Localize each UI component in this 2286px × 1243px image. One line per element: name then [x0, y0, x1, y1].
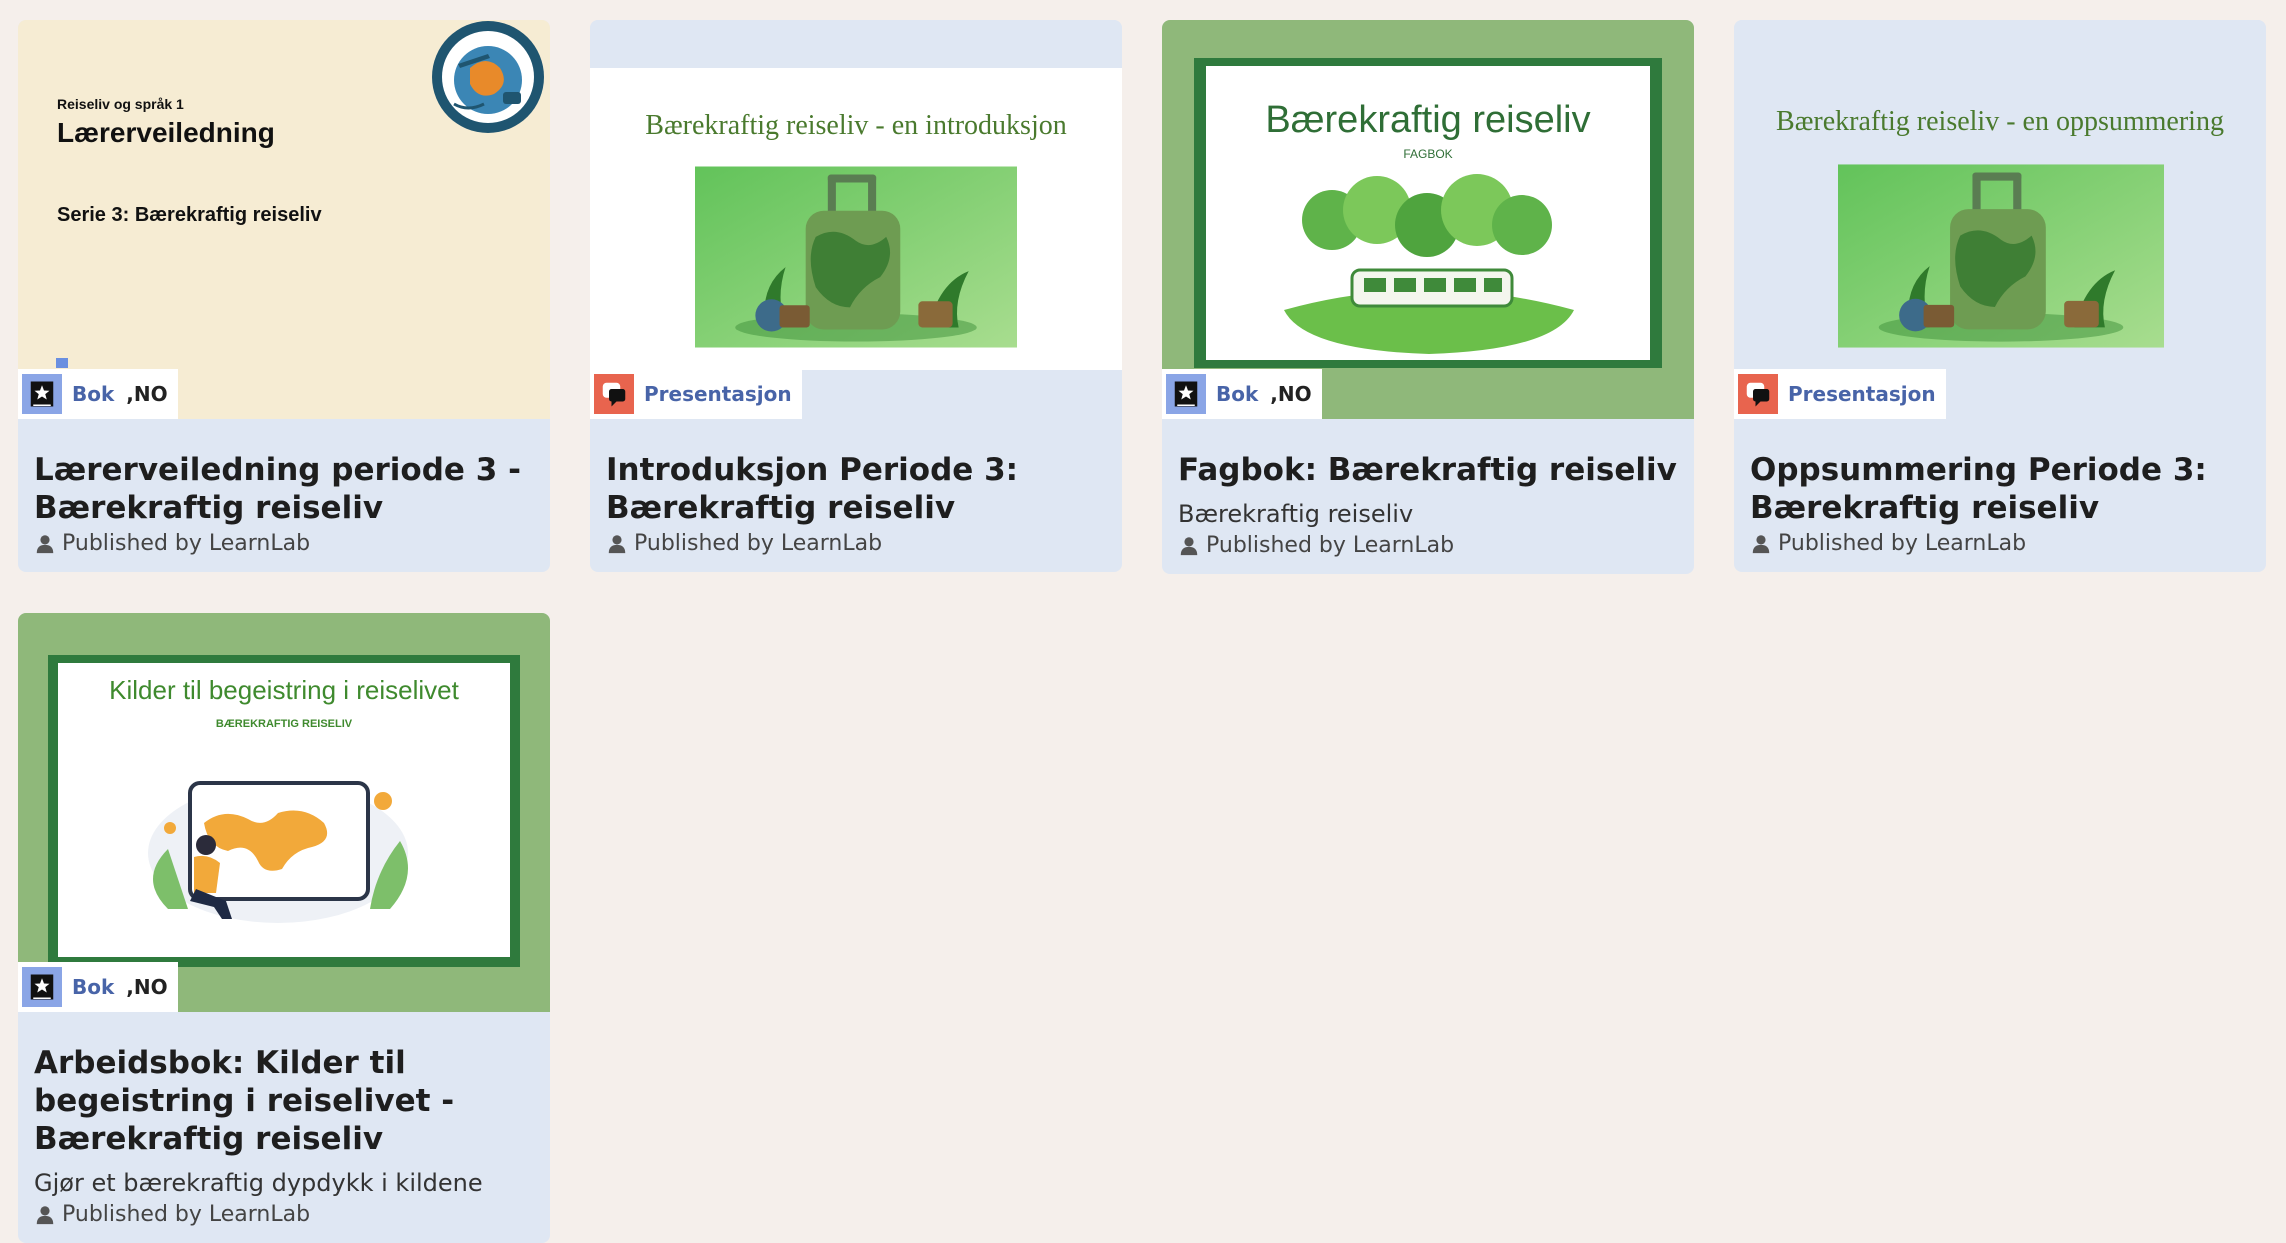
- publisher-line: Published by LearnLab: [1750, 531, 2250, 556]
- badge-type-label: Bok: [72, 382, 115, 406]
- card-thumbnail[interactable]: Bærekraftig reiseliv - en oppsummering P…: [1734, 20, 2266, 419]
- content-type-badge: Bok ,NO: [18, 369, 178, 419]
- content-type-badge: Presentasjon: [1734, 369, 1946, 419]
- cover-heading: Lærerveiledning: [57, 117, 275, 148]
- card-thumbnail[interactable]: Bærekraftig reiseliv - en introduksjon P…: [590, 20, 1122, 419]
- cover-image: Kilder til begeistring i reiselivet BÆRE…: [18, 613, 550, 1012]
- user-icon: [1750, 533, 1772, 555]
- content-type-badge: Bok ,NO: [1162, 369, 1322, 419]
- card-title[interactable]: Fagbok: Bærekraftig reiseliv: [1178, 451, 1678, 489]
- reiseliv-logo-icon: [432, 21, 544, 133]
- presentation-icon: [1738, 374, 1778, 414]
- badge-type-label: Presentasjon: [1788, 382, 1936, 406]
- card-title[interactable]: Lærerveiledning periode 3 - Bærekraftig …: [34, 451, 534, 527]
- badge-language: ,NO: [126, 975, 168, 999]
- publisher-line: Published by LearnLab: [606, 531, 1106, 556]
- presentation-icon: [594, 374, 634, 414]
- cover-image: Reiseliv og språk 1 Lærerveiledning Seri…: [18, 20, 550, 419]
- badge-language: ,NO: [1270, 382, 1312, 406]
- card-title[interactable]: Oppsummering Periode 3: Bærekraftig reis…: [1750, 451, 2250, 527]
- card-title[interactable]: Arbeidsbok: Kilder til begeistring i rei…: [34, 1044, 534, 1158]
- content-card[interactable]: Reiseliv og språk 1 Lærerveiledning Seri…: [18, 20, 550, 572]
- card-subtitle: Bærekraftig reiseliv: [1178, 500, 1414, 528]
- cover-heading: Bærekraftig reiseliv: [1265, 99, 1590, 141]
- publisher-text: Published by LearnLab: [1778, 531, 2027, 556]
- publisher-line: Published by LearnLab: [34, 1202, 534, 1227]
- content-card[interactable]: Kilder til begeistring i reiselivet BÆRE…: [18, 613, 550, 1243]
- content-type-badge: Presentasjon: [590, 369, 802, 419]
- cover-series: Serie 3: Bærekraftig reiseliv: [57, 204, 322, 226]
- publisher-text: Published by LearnLab: [62, 531, 311, 556]
- user-icon: [34, 1204, 56, 1226]
- book-star-icon: [1166, 374, 1206, 414]
- cover-heading: Bærekraftig reiseliv - en introduksjon: [645, 110, 1066, 141]
- card-thumbnail[interactable]: Bærekraftig reiseliv FAGBOK Bok ,NO: [1162, 20, 1694, 419]
- card-thumbnail[interactable]: Kilder til begeistring i reiselivet BÆRE…: [18, 613, 550, 1012]
- world-map-illustration: [148, 781, 408, 923]
- user-icon: [606, 533, 628, 555]
- badge-type-label: Presentasjon: [644, 382, 792, 406]
- publisher-line: Published by LearnLab: [1178, 533, 1678, 558]
- cover-image: Bærekraftig reiseliv - en introduksjon: [590, 20, 1122, 419]
- content-card[interactable]: Bærekraftig reiseliv - en introduksjon P…: [590, 20, 1122, 572]
- cover-image: Bærekraftig reiseliv - en oppsummering: [1734, 20, 2266, 419]
- cover-heading: Kilder til begeistring i reiselivet: [109, 675, 459, 705]
- card-title[interactable]: Introduksjon Periode 3: Bærekraftig reis…: [606, 451, 1106, 527]
- badge-type-label: Bok: [72, 975, 115, 999]
- card-subtitle: Gjør et bærekraftig dypdykk i kildene: [34, 1169, 483, 1197]
- cover-small-heading: Reiseliv og språk 1: [57, 96, 184, 112]
- cover-heading: Bærekraftig reiseliv - en oppsummering: [1776, 106, 2224, 137]
- book-star-icon: [22, 967, 62, 1007]
- content-type-badge: Bok ,NO: [18, 962, 178, 1012]
- publisher-text: Published by LearnLab: [634, 531, 883, 556]
- cover-subheading: BÆREKRAFTIG REISELIV: [216, 718, 353, 730]
- content-card[interactable]: Bærekraftig reiseliv FAGBOK Bok ,NO Fagb…: [1162, 20, 1694, 574]
- cover-subheading: FAGBOK: [1403, 147, 1452, 161]
- content-card[interactable]: Bærekraftig reiseliv - en oppsummering P…: [1734, 20, 2266, 572]
- badge-type-label: Bok: [1216, 382, 1259, 406]
- publisher-text: Published by LearnLab: [62, 1202, 311, 1227]
- book-star-icon: [22, 374, 62, 414]
- user-icon: [1178, 535, 1200, 557]
- publisher-text: Published by LearnLab: [1206, 533, 1455, 558]
- cover-image: Bærekraftig reiseliv FAGBOK: [1162, 20, 1694, 419]
- publisher-line: Published by LearnLab: [34, 531, 534, 556]
- user-icon: [34, 533, 56, 555]
- badge-language: ,NO: [126, 382, 168, 406]
- card-thumbnail[interactable]: Reiseliv og språk 1 Lærerveiledning Seri…: [18, 20, 550, 419]
